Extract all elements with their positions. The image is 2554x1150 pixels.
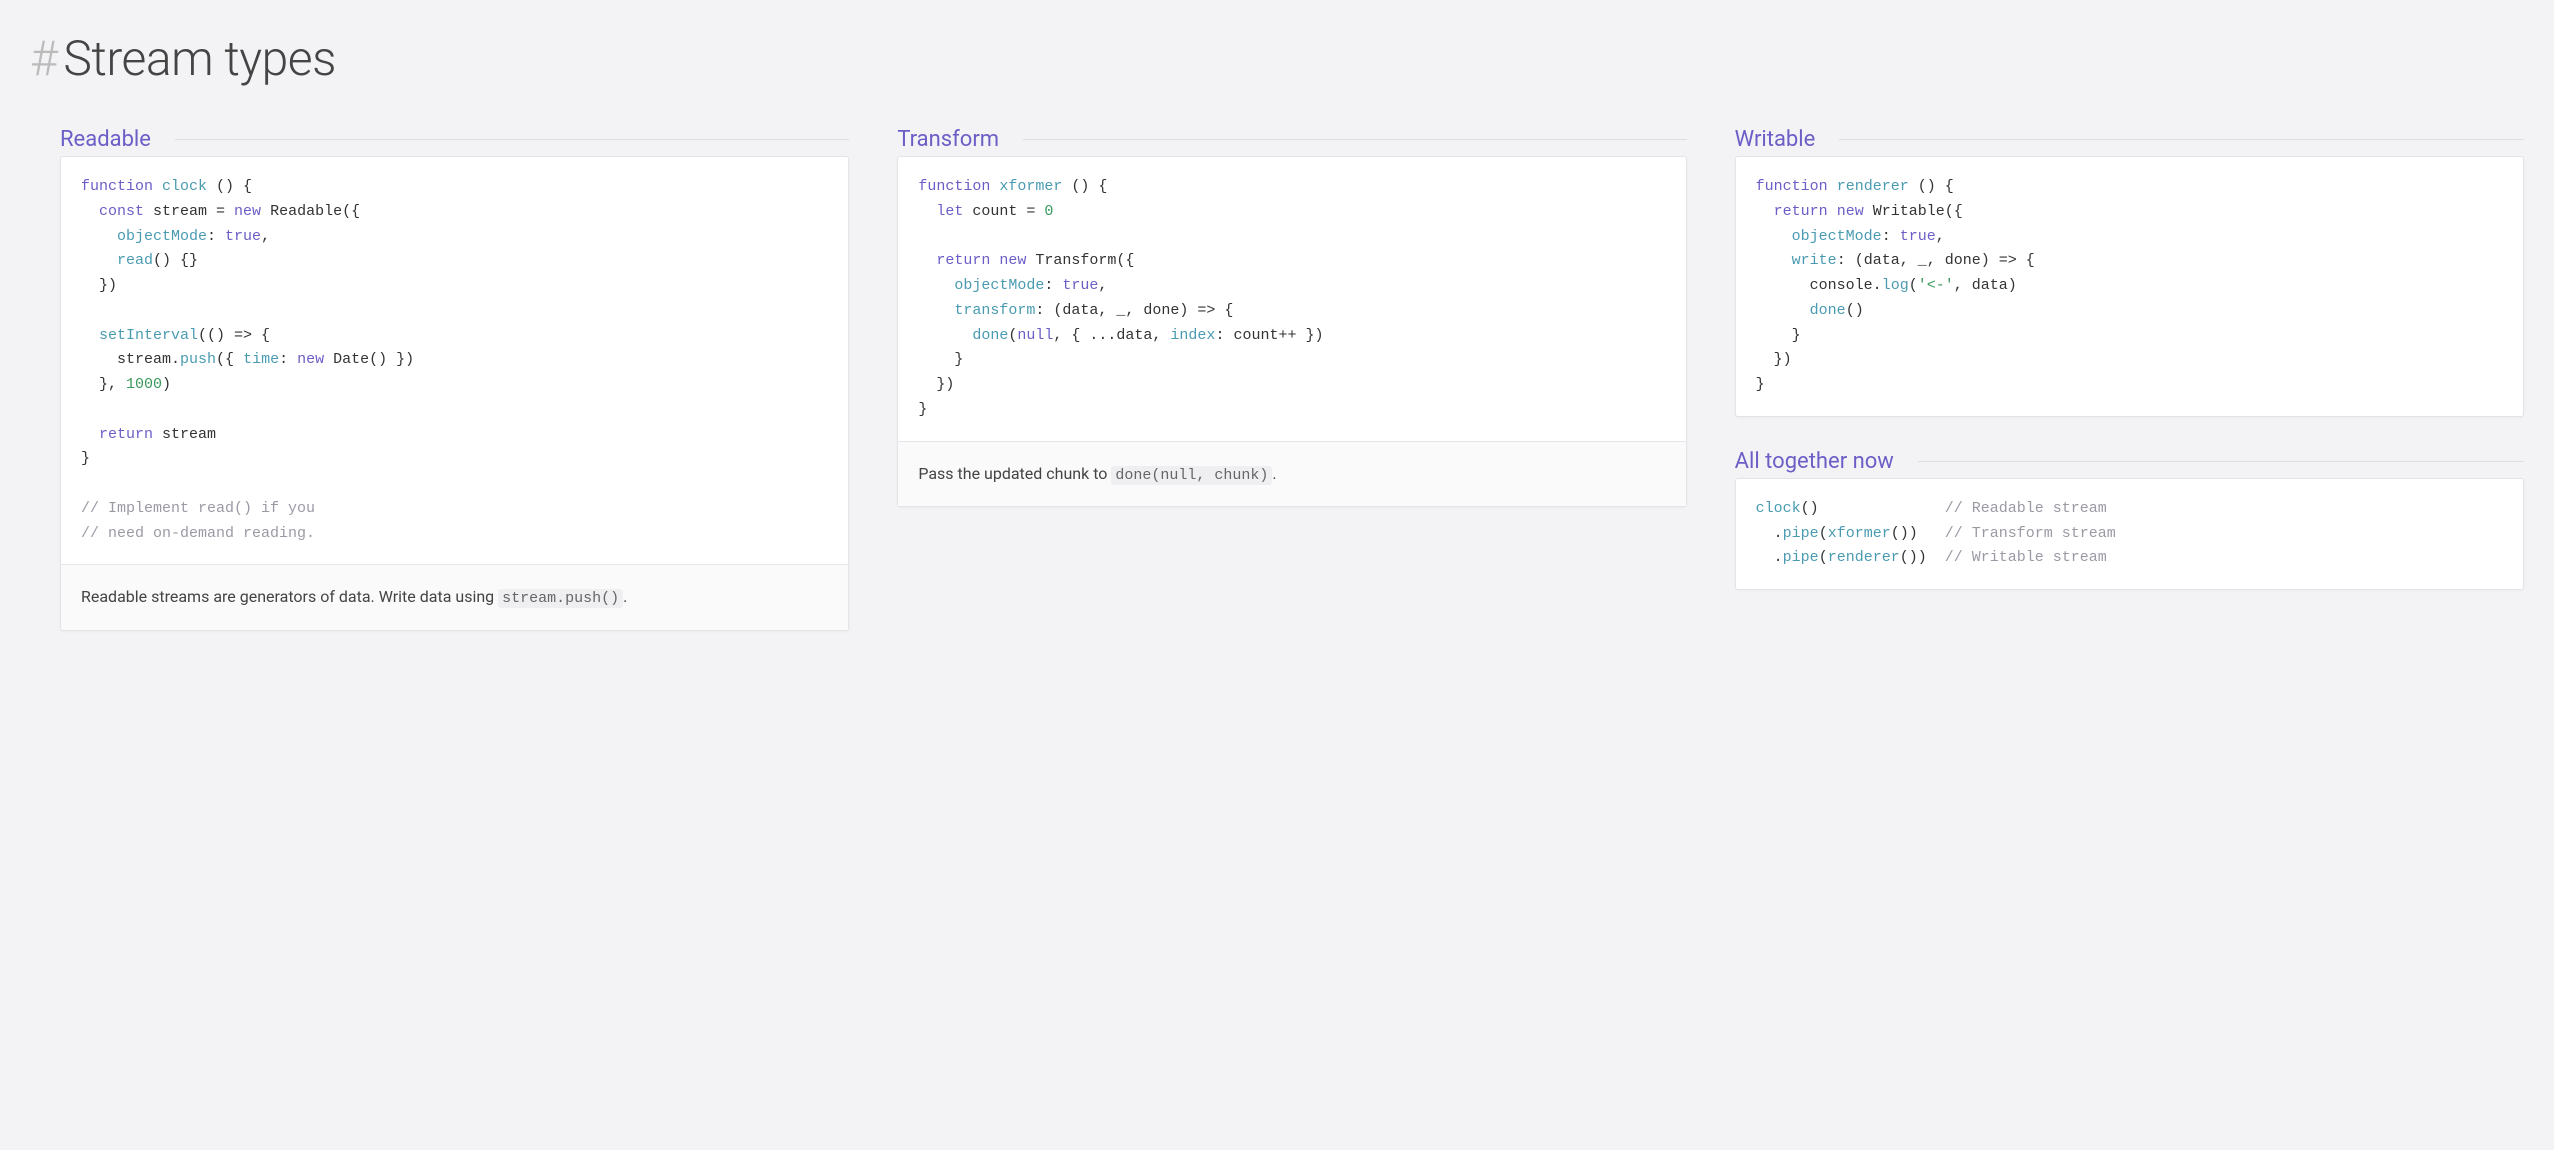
code-card: function renderer () { return new Writab…	[1735, 156, 2524, 417]
code-block: function xformer () { let count = 0 retu…	[898, 157, 1685, 441]
divider	[175, 139, 849, 140]
section: Writable function renderer () { return ne…	[1735, 127, 2524, 417]
section-heading-text: Readable	[60, 127, 151, 152]
section-heading: All together now	[1735, 449, 2524, 474]
columns: Readable function clock () { const stream…	[30, 127, 2524, 631]
section-heading: Transform	[897, 127, 1686, 152]
column: Readable function clock () { const stream…	[60, 127, 849, 631]
section-heading-text: Transform	[897, 127, 999, 152]
section-heading-text: Writable	[1735, 127, 1816, 152]
column: Writable function renderer () { return ne…	[1735, 127, 2524, 590]
divider	[1918, 461, 2524, 462]
section-heading: Readable	[60, 127, 849, 152]
code-card: function clock () { const stream = new R…	[60, 156, 849, 631]
section: Transform function xformer () { let count…	[897, 127, 1686, 507]
section-heading: Writable	[1735, 127, 2524, 152]
column: Transform function xformer () { let count…	[897, 127, 1686, 507]
code-block: function renderer () { return new Writab…	[1736, 157, 2523, 416]
caption: Readable streams are generators of data.…	[61, 564, 848, 630]
code-block: clock() // Readable stream .pipe(xformer…	[1736, 479, 2523, 589]
section: Readable function clock () { const stream…	[60, 127, 849, 631]
code-card: clock() // Readable stream .pipe(xformer…	[1735, 478, 2524, 590]
section-heading-text: All together now	[1735, 449, 1894, 474]
page-title-text: Stream types	[63, 30, 335, 87]
hash-icon: #	[30, 30, 57, 87]
divider	[1023, 139, 1687, 140]
code-card: function xformer () { let count = 0 retu…	[897, 156, 1686, 507]
section: All together now clock() // Readable stre…	[1735, 449, 2524, 590]
caption: Pass the updated chunk to done(null, chu…	[898, 441, 1685, 507]
code-block: function clock () { const stream = new R…	[61, 157, 848, 564]
divider	[1839, 139, 2524, 140]
page-title: #Stream types	[30, 30, 2524, 87]
